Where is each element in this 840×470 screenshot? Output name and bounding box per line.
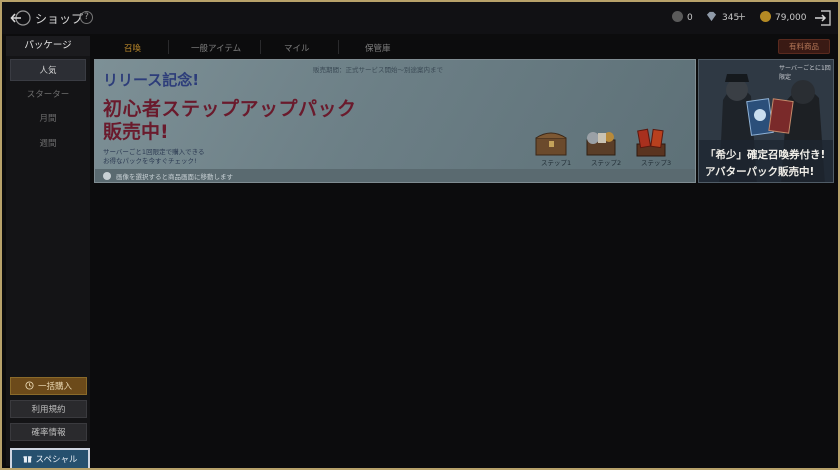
banner-title-line2: 販売中! bbox=[103, 121, 169, 143]
diamond-icon bbox=[706, 11, 717, 22]
currency-value: 0 bbox=[687, 13, 693, 23]
step2-treasure-icon bbox=[586, 132, 616, 156]
clock-icon bbox=[25, 381, 34, 390]
sale-period: 販売期間：正式サービス開始〜別途案内まで bbox=[313, 66, 443, 74]
sidebar-item-weekly[interactable]: 週間 bbox=[10, 133, 86, 155]
tab-divider bbox=[168, 40, 169, 54]
bulk-purchase-label: 一括購入 bbox=[37, 382, 72, 392]
add-currency-button[interactable]: + bbox=[737, 10, 746, 23]
tab-summon[interactable]: 召喚 bbox=[124, 42, 141, 54]
side-banner-title: 「希少」確定召喚券付き! bbox=[705, 149, 826, 161]
special-button[interactable]: スペシャル bbox=[10, 448, 90, 468]
step1-chest-icon bbox=[535, 132, 567, 156]
currency-diamond: 345 bbox=[705, 11, 739, 25]
starter-stepup-banner[interactable]: 販売期間：正式サービス開始〜別途案内まで リリース記念! 初心者ステップアップパ… bbox=[94, 59, 696, 183]
tab-general-items[interactable]: 一般アイテム bbox=[191, 42, 241, 54]
step3-label: ステップ3 bbox=[641, 159, 672, 167]
shop-window: ショップ ? 0 345 + 79,000 召喚 一般アイテム マイル 保管庫 … bbox=[0, 0, 840, 470]
page-title: ショップ bbox=[35, 12, 84, 26]
avatar-pack-banner[interactable]: サーバーごとに1回限定 「希少」確定召喚券付き! アバターパック販売中! bbox=[698, 59, 834, 183]
paid-items-button[interactable]: 有料商品 bbox=[778, 39, 830, 54]
exit-icon[interactable] bbox=[814, 9, 832, 27]
banner-subtitle: リリース記念! bbox=[103, 71, 200, 89]
currency-gold: 79,000 bbox=[760, 11, 807, 25]
currency-coin-gray: 0 bbox=[672, 11, 693, 25]
sidebar-item-popular[interactable]: 人気 bbox=[10, 59, 86, 81]
sidebar-item-starter[interactable]: スターター bbox=[10, 84, 86, 106]
info-icon bbox=[103, 172, 111, 180]
tab-divider bbox=[338, 40, 339, 54]
sidebar-item-monthly[interactable]: 月間 bbox=[10, 108, 86, 130]
currency-value: 79,000 bbox=[775, 13, 807, 23]
tab-divider bbox=[260, 40, 261, 54]
step3-cards-icon bbox=[636, 128, 666, 157]
gift-icon bbox=[22, 456, 32, 463]
category-sidebar: パッケージ 人気 スターター 月間 週間 一括購入 利用規約 確率情報 スペシャ… bbox=[6, 36, 90, 468]
special-label: スペシャル bbox=[35, 455, 78, 465]
odds-info-button[interactable]: 確率情報 bbox=[10, 423, 87, 441]
help-icon[interactable]: ? bbox=[80, 11, 93, 24]
header-bar: ショップ ? 0 345 + 79,000 bbox=[2, 2, 838, 34]
step1-label: ステップ1 bbox=[541, 159, 572, 167]
bulk-purchase-button[interactable]: 一括購入 bbox=[10, 377, 87, 395]
banner-description-line2: お得なパックを今すぐチェック! bbox=[103, 157, 197, 165]
tab-mile[interactable]: マイル bbox=[284, 42, 310, 54]
side-banner-limit: サーバーごとに1回限定 bbox=[779, 65, 831, 81]
sidebar-header[interactable]: パッケージ bbox=[6, 36, 90, 56]
side-banner-title-line2: アバターパック販売中! bbox=[705, 166, 815, 178]
step2-label: ステップ2 bbox=[591, 159, 622, 167]
back-arrow-icon[interactable] bbox=[10, 9, 32, 27]
banner-note: 画像を選択すると商品画面に移動します bbox=[116, 173, 233, 181]
gold-coin-icon bbox=[760, 11, 771, 22]
terms-button[interactable]: 利用規約 bbox=[10, 400, 87, 418]
tab-storage[interactable]: 保管庫 bbox=[365, 42, 391, 54]
coin-gray-icon bbox=[672, 11, 683, 22]
